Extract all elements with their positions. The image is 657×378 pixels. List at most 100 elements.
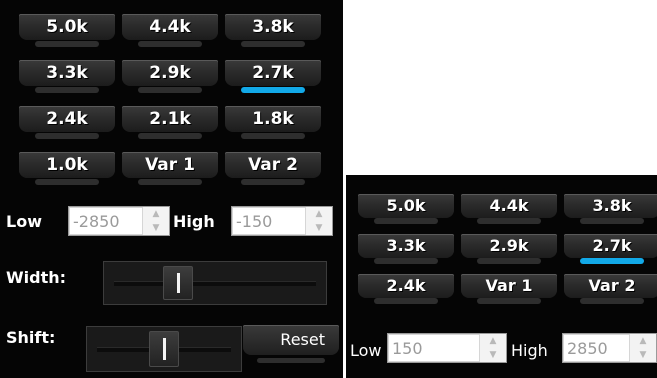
low-value[interactable]: 150 [388,334,480,362]
high-spin-arrows[interactable]: ▲ ▼ [630,334,656,362]
filter-led [35,179,99,185]
filter-led [35,133,99,139]
filter-button-label: 2.1k [122,106,218,132]
filter-button-label: 2.4k [358,274,454,298]
high-value[interactable]: -150 [232,207,306,235]
filter-button-label: Var 2 [564,274,657,298]
filter-led [35,41,99,47]
filter-button-3-3k[interactable]: 3.3k [356,231,456,268]
width-slider[interactable] [103,261,327,305]
filter-button-2-1k[interactable]: 2.1k [120,103,220,143]
low-spinbox[interactable]: 150 ▲ ▼ [387,333,507,363]
filter-button-label: 4.4k [461,194,557,218]
filter-led [477,298,541,304]
filter-button-1-8k[interactable]: 1.8k [223,103,323,143]
filter-led [374,258,438,264]
filter-button-label: Var 2 [225,152,321,178]
filter-led [35,87,99,93]
filter-button-4-4k[interactable]: 4.4k [120,11,220,51]
shift-slider[interactable] [86,326,242,372]
up-arrow-icon[interactable]: ▲ [480,334,506,348]
filter-button-5-0k[interactable]: 5.0k [17,11,117,51]
filter-button-label: 2.4k [19,106,115,132]
filter-button-var-2[interactable]: Var 2 [223,149,323,189]
filter-panel-right: 5.0k 4.4k 3.8k 3.3k 2.9k 2.7k 2.4k Var 1… [346,175,657,378]
filter-led [138,41,202,47]
filter-button-3-8k[interactable]: 3.8k [562,191,657,228]
up-arrow-icon[interactable]: ▲ [306,207,332,221]
slider-track [114,281,316,286]
low-spin-arrows[interactable]: ▲ ▼ [143,207,169,235]
filter-button-2-9k[interactable]: 2.9k [120,57,220,97]
high-value[interactable]: 2850 [563,334,630,362]
filter-led [580,298,644,304]
shift-label: Shift: [6,328,56,347]
filter-button-label: Var 1 [461,274,557,298]
filter-button-4-4k[interactable]: 4.4k [459,191,559,228]
filter-button-var-2[interactable]: Var 2 [562,271,657,308]
down-arrow-icon[interactable]: ▼ [630,348,656,362]
filter-button-2-9k[interactable]: 2.9k [459,231,559,268]
filter-led [241,179,305,185]
filter-button-label: 2.9k [461,234,557,258]
filter-button-label: 2.7k [564,234,657,258]
low-spin-arrows[interactable]: ▲ ▼ [480,334,506,362]
reset-led [257,358,325,363]
filter-led [241,133,305,139]
filter-panel-left: 5.0k 4.4k 3.8k 3.3k 2.9k 2.7k 2.4k 2.1k … [0,0,343,378]
shift-slider-thumb[interactable] [149,331,179,367]
down-arrow-icon[interactable]: ▼ [306,221,332,235]
high-spin-arrows[interactable]: ▲ ▼ [306,207,332,235]
low-label: Low [6,212,42,231]
filter-led-active [241,87,305,93]
filter-button-label: 2.9k [122,60,218,86]
filter-led [241,41,305,47]
up-arrow-icon[interactable]: ▲ [143,207,169,221]
filter-button-label: 5.0k [358,194,454,218]
filter-button-1-0k[interactable]: 1.0k [17,149,117,189]
high-label: High [173,212,215,231]
high-label: High [511,341,548,360]
filter-button-3-3k[interactable]: 3.3k [17,57,117,97]
width-label: Width: [6,268,67,287]
down-arrow-icon[interactable]: ▼ [480,348,506,362]
filter-button-label: 3.8k [225,14,321,40]
filter-button-label: 3.3k [358,234,454,258]
filter-button-2-7k[interactable]: 2.7k [562,231,657,268]
reset-button[interactable]: Reset [243,325,339,365]
filter-button-2-4k[interactable]: 2.4k [356,271,456,308]
filter-led [374,298,438,304]
filter-button-label: 1.8k [225,106,321,132]
filter-button-grid: 5.0k 4.4k 3.8k 3.3k 2.9k 2.7k 2.4k 2.1k … [17,11,323,189]
filter-button-var-1[interactable]: Var 1 [120,149,220,189]
filter-button-label: 2.7k [225,60,321,86]
filter-led [374,218,438,224]
filter-button-2-7k[interactable]: 2.7k [223,57,323,97]
width-slider-thumb[interactable] [163,266,194,300]
filter-led [138,133,202,139]
filter-button-label: 5.0k [19,14,115,40]
filter-button-label: 4.4k [122,14,218,40]
filter-led [138,179,202,185]
low-label: Low [350,341,382,360]
filter-button-label: 1.0k [19,152,115,178]
filter-led [138,87,202,93]
filter-button-label: Var 1 [122,152,218,178]
high-spinbox[interactable]: 2850 ▲ ▼ [562,333,657,363]
up-arrow-icon[interactable]: ▲ [630,334,656,348]
filter-led [477,258,541,264]
filter-led-active [580,258,644,264]
filter-button-3-8k[interactable]: 3.8k [223,11,323,51]
filter-button-label: 3.3k [19,60,115,86]
filter-button-var-1[interactable]: Var 1 [459,271,559,308]
down-arrow-icon[interactable]: ▼ [143,221,169,235]
filter-button-2-4k[interactable]: 2.4k [17,103,117,143]
filter-button-label: 3.8k [564,194,657,218]
filter-led [580,218,644,224]
low-value[interactable]: -2850 [69,207,143,235]
high-spinbox[interactable]: -150 ▲ ▼ [231,206,333,236]
filter-led [477,218,541,224]
filter-button-5-0k[interactable]: 5.0k [356,191,456,228]
reset-button-label: Reset [243,325,339,355]
low-spinbox[interactable]: -2850 ▲ ▼ [68,206,170,236]
